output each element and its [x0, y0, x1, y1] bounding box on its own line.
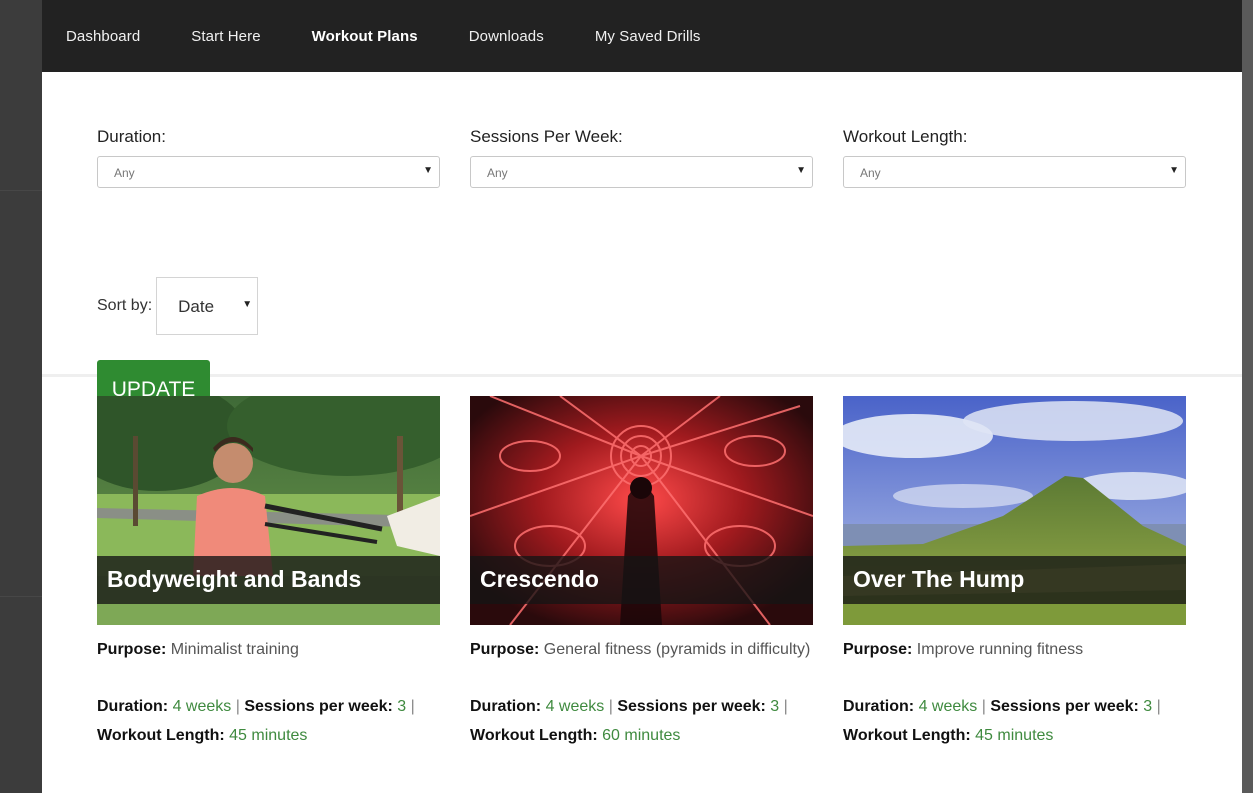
- nav-dashboard[interactable]: Dashboard: [66, 28, 140, 45]
- duration-filter: Duration: Any ▼: [97, 127, 440, 188]
- card-info: Purpose: Minimalist training Duration: 4…: [97, 635, 440, 750]
- duration-label: Duration:: [97, 127, 166, 146]
- background-line: [0, 596, 42, 597]
- nav-my-saved-drills[interactable]: My Saved Drills: [595, 28, 701, 45]
- card-info: Purpose: Improve running fitness Duratio…: [843, 635, 1186, 750]
- caret-down-icon: ▼: [796, 165, 806, 176]
- duration-label: Duration:: [843, 698, 915, 715]
- sort-control: Sort by: Date ▼: [97, 277, 259, 335]
- purpose-row: Purpose: Improve running fitness: [843, 635, 1186, 664]
- stats-row: Duration: 4 weeks | Sessions per week: 3…: [97, 692, 440, 721]
- length-select-value: Any: [860, 166, 881, 180]
- card-title[interactable]: Over The Hump: [853, 566, 1024, 593]
- sessions-filter: Sessions Per Week: Any ▼: [470, 127, 813, 188]
- card-info: Purpose: General fitness (pyramids in di…: [470, 635, 813, 750]
- purpose-row: Purpose: Minimalist training: [97, 635, 440, 664]
- sessions-select[interactable]: Any ▼: [470, 156, 813, 188]
- separator: |: [235, 698, 240, 715]
- card-thumbnail[interactable]: Over The Hump: [843, 396, 1186, 625]
- workout-card: Over The Hump Purpose: Improve running f…: [843, 396, 1186, 750]
- page: Dashboard Start Here Workout Plans Downl…: [42, 0, 1242, 793]
- sessions-label: Sessions per week:: [617, 698, 766, 715]
- sort-select-value: Date: [178, 297, 215, 316]
- workout-card: Bodyweight and Bands Purpose: Minimalist…: [97, 396, 440, 750]
- card-thumbnail[interactable]: Bodyweight and Bands: [97, 396, 440, 625]
- stats-row: Duration: 4 weeks | Sessions per week: 3…: [843, 692, 1186, 721]
- sessions-value: 3: [1143, 698, 1153, 715]
- length-label: Workout Length:: [843, 127, 968, 146]
- sessions-value: 3: [397, 698, 407, 715]
- length-row: Workout Length: 60 minutes: [470, 721, 813, 750]
- card-title-overlay: Over The Hump: [843, 556, 1186, 604]
- card-thumbnail[interactable]: Crescendo: [470, 396, 813, 625]
- length-row: Workout Length: 45 minutes: [97, 721, 440, 750]
- duration-label: Duration:: [470, 698, 542, 715]
- purpose-row: Purpose: General fitness (pyramids in di…: [470, 635, 813, 664]
- purpose-value: General fitness (pyramids in difficulty): [543, 641, 811, 658]
- duration-value: 4 weeks: [545, 698, 605, 715]
- sessions-value: 3: [770, 698, 780, 715]
- sort-label: Sort by:: [97, 297, 153, 314]
- length-value: 45 minutes: [975, 727, 1054, 744]
- purpose-label: Purpose:: [843, 641, 913, 658]
- caret-down-icon: ▼: [423, 165, 433, 176]
- separator: |: [783, 698, 788, 715]
- nav-workout-plans[interactable]: Workout Plans: [312, 28, 418, 45]
- length-select[interactable]: Any ▼: [843, 156, 1186, 188]
- sessions-label: Sessions per week:: [244, 698, 393, 715]
- separator: |: [1156, 698, 1161, 715]
- card-title-overlay: Crescendo: [470, 556, 813, 604]
- separator: |: [608, 698, 613, 715]
- length-label: Workout Length:: [470, 727, 598, 744]
- sessions-label: Sessions Per Week:: [470, 127, 623, 146]
- purpose-label: Purpose:: [97, 641, 167, 658]
- scrollbar-track[interactable]: [1242, 0, 1253, 793]
- main-nav: Dashboard Start Here Workout Plans Downl…: [42, 0, 1242, 72]
- duration-select-value: Any: [114, 166, 135, 180]
- length-label: Workout Length:: [97, 727, 225, 744]
- sessions-select-value: Any: [487, 166, 508, 180]
- length-value: 45 minutes: [229, 727, 308, 744]
- card-title-overlay: Bodyweight and Bands: [97, 556, 440, 604]
- purpose-value: Minimalist training: [170, 641, 299, 658]
- workout-card: Crescendo Purpose: General fitness (pyra…: [470, 396, 813, 750]
- length-row: Workout Length: 45 minutes: [843, 721, 1186, 750]
- duration-value: 4 weeks: [172, 698, 232, 715]
- filter-panel: Duration: Any ▼ Sessions Per Week: Any ▼…: [42, 72, 1242, 420]
- card-title[interactable]: Crescendo: [480, 566, 599, 593]
- length-label: Workout Length:: [843, 727, 971, 744]
- separator: |: [410, 698, 415, 715]
- caret-down-icon: ▼: [1169, 165, 1179, 176]
- nav-start-here[interactable]: Start Here: [191, 28, 260, 45]
- duration-select[interactable]: Any ▼: [97, 156, 440, 188]
- background-line: [0, 190, 42, 191]
- sort-select[interactable]: Date ▼: [156, 277, 259, 335]
- card-title[interactable]: Bodyweight and Bands: [107, 566, 361, 593]
- separator: |: [981, 698, 986, 715]
- length-value: 60 minutes: [602, 727, 681, 744]
- length-filter: Workout Length: Any ▼: [843, 127, 1186, 188]
- sessions-label: Sessions per week:: [990, 698, 1139, 715]
- duration-label: Duration:: [97, 698, 169, 715]
- stats-row: Duration: 4 weeks | Sessions per week: 3…: [470, 692, 813, 721]
- caret-down-icon: ▼: [242, 299, 253, 310]
- purpose-label: Purpose:: [470, 641, 540, 658]
- duration-value: 4 weeks: [918, 698, 978, 715]
- nav-downloads[interactable]: Downloads: [469, 28, 544, 45]
- purpose-value: Improve running fitness: [916, 641, 1084, 658]
